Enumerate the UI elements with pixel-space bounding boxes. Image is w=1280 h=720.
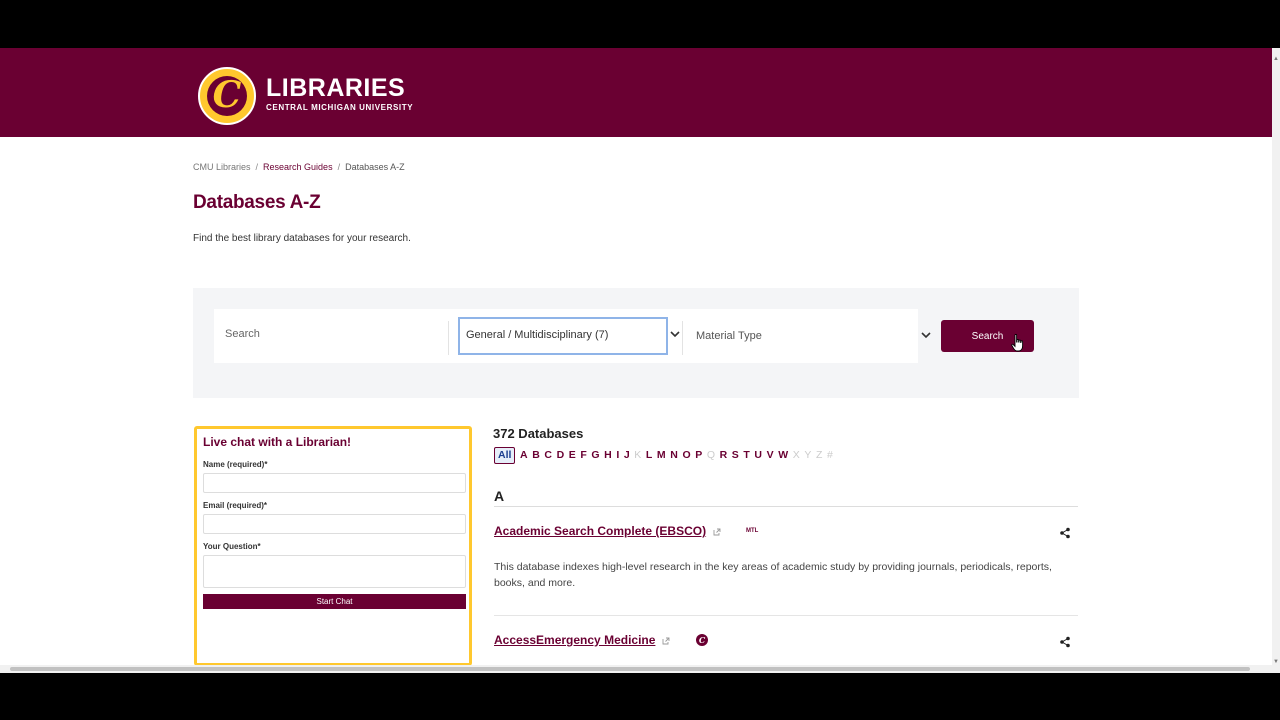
breadcrumb-current: Databases A-Z (345, 162, 405, 172)
search-panel: General / Multidisciplinary (7) Material… (193, 288, 1079, 398)
chat-email-field[interactable] (203, 514, 466, 534)
az-letter-h[interactable]: H (604, 448, 612, 463)
search-bar: General / Multidisciplinary (7) Material… (214, 309, 931, 363)
external-link-icon (662, 637, 670, 645)
logo-glyph: C (212, 74, 242, 116)
az-letter-z: Z (815, 449, 823, 461)
row-divider (494, 615, 1078, 616)
az-letter-p[interactable]: P (695, 448, 702, 463)
search-divider (448, 321, 449, 355)
az-letter-j[interactable]: J (624, 448, 630, 463)
az-letter-e[interactable]: E (569, 448, 576, 463)
material-type-dropdown[interactable]: Material Type (694, 317, 918, 355)
horizontal-scrollbar-thumb[interactable] (10, 667, 1250, 671)
breadcrumb: CMU Libraries / Research Guides / Databases … (193, 162, 405, 172)
subject-dropdown-value: General / Multidisciplinary (7) (466, 329, 609, 341)
subject-dropdown[interactable]: General / Multidisciplinary (7) (458, 317, 668, 355)
share-icon[interactable] (1059, 636, 1071, 648)
database-title-link[interactable]: AccessEmergency Medicine (494, 633, 655, 647)
az-letter-v[interactable]: V (767, 448, 774, 463)
az-letter-y: Y (804, 449, 812, 461)
az-letter-x: X (792, 449, 800, 461)
horizontal-scrollbar[interactable] (0, 665, 1272, 673)
az-letter-t[interactable]: T (743, 448, 749, 463)
search-input[interactable] (225, 319, 445, 349)
page-description: Find the best library databases for your… (193, 233, 411, 244)
az-letter-r[interactable]: R (720, 448, 728, 463)
az-letter-g[interactable]: G (591, 448, 599, 463)
az-letter-m[interactable]: M (657, 448, 666, 463)
chevron-down-icon[interactable] (920, 329, 932, 341)
start-chat-button[interactable]: Start Chat (203, 594, 466, 609)
az-letter-l[interactable]: L (646, 448, 652, 463)
external-link-icon (713, 528, 721, 536)
chat-email-label: Email (required)* (203, 501, 268, 510)
breadcrumb-research-guides-link[interactable]: Research Guides (263, 162, 333, 172)
database-title-link[interactable]: Academic Search Complete (EBSCO) (494, 524, 706, 538)
chat-name-label: Name (required)* (203, 460, 268, 469)
scroll-down-icon[interactable]: ▼ (1273, 659, 1279, 665)
chat-question-field[interactable] (203, 555, 466, 588)
breadcrumb-home-link[interactable]: CMU Libraries (193, 162, 251, 172)
az-letter-c[interactable]: C (544, 448, 552, 463)
chat-name-field[interactable] (203, 473, 466, 493)
az-letter-n[interactable]: N (670, 448, 678, 463)
cmu-access-icon: C (696, 634, 708, 646)
az-letter-b[interactable]: B (532, 448, 540, 463)
chevron-down-icon[interactable] (669, 328, 681, 340)
chat-question-label: Your Question* (203, 542, 261, 551)
logo-title[interactable]: LIBRARIES (266, 74, 405, 103)
az-letter-k: K (634, 449, 642, 461)
browser-viewport: C LIBRARIES CENTRAL MICHIGAN UNIVERSITY … (0, 48, 1272, 673)
material-type-value: Material Type (696, 330, 762, 342)
az-filter-bar: All A B C D E F G H I J K L M N O P Q R S T U V W X Y Z # (494, 447, 837, 464)
mtl-badge-icon: MTL (746, 528, 759, 534)
page-title: Databases A-Z (193, 192, 321, 213)
az-letter-d[interactable]: D (557, 448, 565, 463)
chat-title: Live chat with a Librarian! (203, 435, 352, 449)
share-icon[interactable] (1059, 527, 1071, 539)
logo-subtitle: CENTRAL MICHIGAN UNIVERSITY (266, 103, 414, 112)
az-letter-a[interactable]: A (520, 448, 528, 463)
az-letter-i[interactable]: I (616, 448, 619, 463)
site-header: C LIBRARIES CENTRAL MICHIGAN UNIVERSITY (0, 48, 1272, 137)
section-letter-heading: A (494, 488, 505, 504)
az-letter-w[interactable]: W (778, 448, 788, 463)
az-letter-all[interactable]: All (494, 447, 516, 464)
az-letter-u[interactable]: U (754, 448, 762, 463)
az-letter-number: # (826, 449, 833, 461)
az-letter-q: Q (706, 449, 715, 461)
search-divider (682, 321, 683, 355)
breadcrumb-separator: / (255, 162, 259, 172)
database-description: This database indexes high-level researc… (494, 561, 1052, 589)
breadcrumb-separator: / (337, 162, 341, 172)
section-divider (494, 506, 1078, 507)
hand-pointer-cursor-icon (1011, 334, 1024, 352)
az-letter-f[interactable]: F (580, 448, 586, 463)
database-count: 372 Databases (493, 426, 584, 441)
az-letter-s[interactable]: S (732, 448, 739, 463)
vertical-scrollbar[interactable]: ▲ ▼ (1272, 48, 1280, 673)
live-chat-widget: Live chat with a Librarian! Name (requir… (194, 426, 472, 666)
cmu-logo-icon[interactable]: C (198, 67, 256, 125)
scroll-up-icon[interactable]: ▲ (1273, 56, 1279, 62)
az-letter-o[interactable]: O (682, 448, 690, 463)
